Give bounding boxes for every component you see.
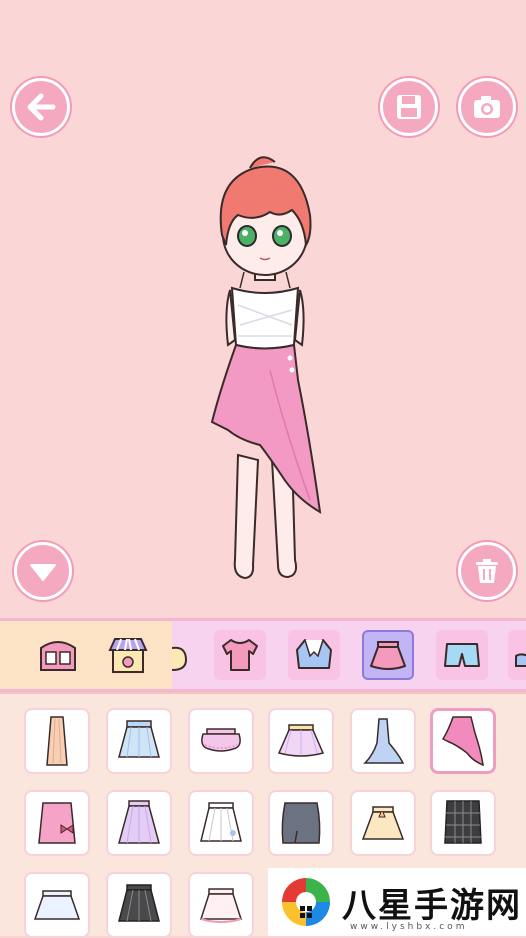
wardrobe-tab[interactable] — [32, 630, 84, 680]
plaid-skirt-icon — [444, 800, 482, 844]
white-pink-skirt-icon — [199, 888, 243, 923]
collapse-button[interactable] — [14, 542, 72, 600]
tops-tab[interactable] — [214, 630, 266, 680]
blue-pleated-skirt-icon — [118, 720, 160, 758]
shoes-tab[interactable] — [508, 630, 526, 680]
dressup-stage — [0, 0, 526, 618]
save-icon — [397, 95, 421, 119]
save-button[interactable] — [380, 78, 438, 136]
item-peach-maxi-skirt[interactable] — [24, 708, 90, 774]
item-pastel-tutu[interactable] — [268, 708, 334, 774]
character-avatar[interactable] — [200, 140, 330, 590]
lavender-skirt-icon — [118, 800, 160, 844]
pastel-tutu-icon — [277, 724, 325, 757]
peach-maxi-skirt-icon — [46, 716, 68, 766]
item-pink-bow-skirt[interactable] — [24, 790, 90, 856]
watermark-url: www.lyshbx.com — [350, 922, 468, 932]
camera-icon — [474, 96, 500, 118]
tshirt-icon — [222, 639, 258, 671]
category-bar — [0, 618, 526, 692]
skirt-icon — [370, 641, 406, 670]
arrow-left-icon — [27, 93, 56, 121]
camera-button[interactable] — [458, 78, 516, 136]
item-cream-skirt[interactable] — [350, 790, 416, 856]
shorts-tab[interactable] — [436, 630, 488, 680]
item-blue-pleated-skirt[interactable] — [106, 708, 172, 774]
item-white-short-skirt[interactable] — [24, 872, 90, 938]
item-pink-tutu[interactable] — [188, 708, 254, 774]
watermark: 八星手游网 www.lyshbx.com — [268, 868, 526, 936]
grey-pencil-skirt-icon — [281, 802, 321, 844]
hair-icon — [172, 646, 188, 671]
watermark-logo — [282, 878, 330, 926]
item-lavender-skirt[interactable] — [106, 790, 172, 856]
triangle-down-icon — [30, 564, 56, 581]
wardrobe-icon — [40, 641, 76, 671]
item-blue-mermaid-skirt[interactable] — [350, 708, 416, 774]
white-short-skirt-icon — [33, 890, 81, 920]
trash-icon — [476, 559, 498, 583]
item-white-pink-skirt[interactable] — [188, 872, 254, 938]
watermark-title: 八星手游网 — [342, 885, 522, 926]
shop-icon — [108, 638, 148, 673]
item-white-flower-skirt[interactable] — [188, 790, 254, 856]
back-button[interactable] — [12, 78, 70, 136]
item-grey-pencil-skirt[interactable] — [268, 790, 334, 856]
jacket-icon — [296, 639, 332, 669]
shop-tab[interactable] — [102, 630, 154, 680]
item-black-pleated-skirt[interactable] — [106, 872, 172, 938]
cream-skirt-icon — [361, 806, 405, 840]
shorts-icon — [444, 643, 480, 667]
black-pleated-skirt-icon — [118, 884, 160, 922]
delete-button[interactable] — [458, 542, 516, 600]
skirts-tab[interactable] — [362, 630, 414, 680]
white-flower-skirt-icon — [200, 802, 242, 842]
pink-tutu-icon — [201, 728, 241, 752]
hair-tab[interactable] — [172, 630, 192, 680]
item-pink-ruffle-skirt[interactable] — [430, 708, 496, 774]
blue-mermaid-skirt-icon — [363, 718, 405, 764]
pink-ruffle-skirt-icon — [441, 716, 484, 767]
jackets-tab[interactable] — [288, 630, 340, 680]
pink-bow-skirt-icon — [38, 802, 76, 844]
shoe-icon — [515, 653, 526, 667]
item-plaid-skirt[interactable] — [430, 790, 496, 856]
